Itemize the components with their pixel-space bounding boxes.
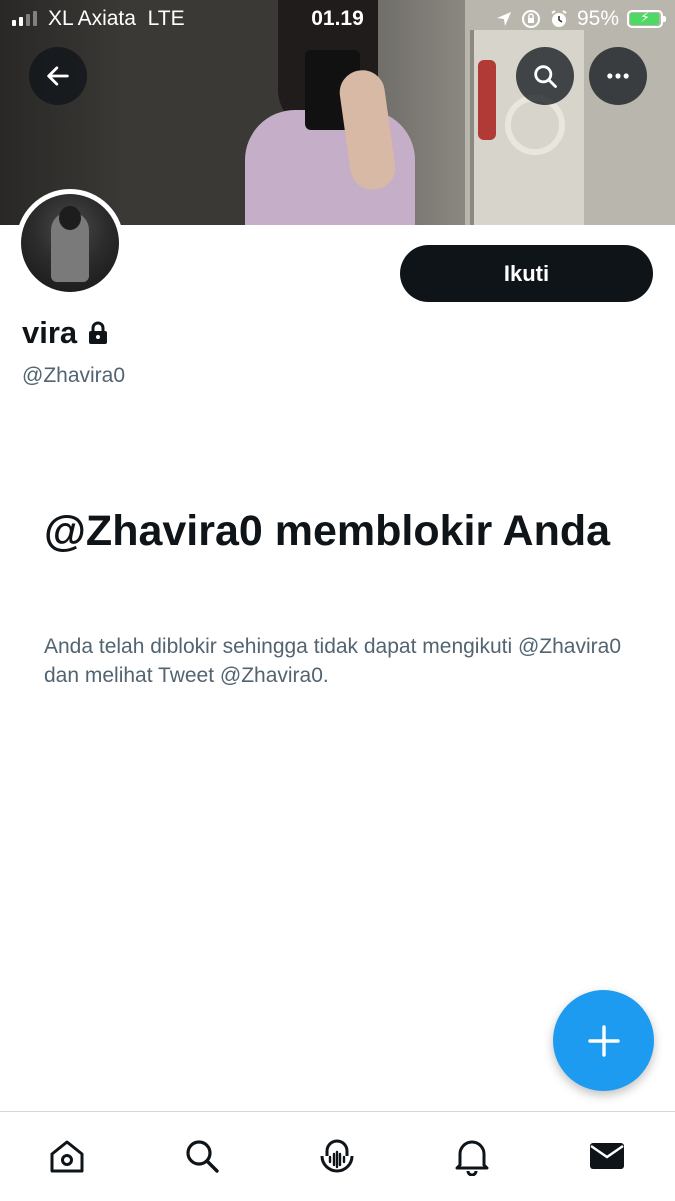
search-icon: [534, 65, 557, 88]
search-button[interactable]: [516, 47, 574, 105]
blocked-message: Anda telah diblokir sehingga tidak dapat…: [44, 635, 621, 687]
status-right: 95% ⚡: [495, 7, 666, 31]
follow-button[interactable]: Ikuti: [400, 245, 653, 302]
avatar-image: [21, 194, 119, 292]
more-button[interactable]: [589, 47, 647, 105]
charging-bolt-icon: ⚡: [640, 9, 650, 25]
compose-tweet-button[interactable]: [553, 990, 654, 1091]
status-bar: XL Axiata LTE 01.19 95% ⚡: [0, 0, 675, 38]
search-icon: [186, 1140, 219, 1173]
bottom-navigation: [0, 1111, 675, 1201]
battery-icon: ⚡: [627, 9, 666, 28]
lock-icon: [89, 321, 108, 344]
home-icon: [50, 1140, 84, 1173]
bell-icon: [455, 1140, 489, 1176]
nav-home[interactable]: [45, 1134, 89, 1178]
nav-messages[interactable]: [585, 1134, 629, 1178]
location-icon: [496, 12, 511, 26]
battery-percent: 95%: [576, 7, 619, 30]
alarm-icon: [551, 10, 567, 27]
arrow-left-icon: [47, 66, 69, 86]
banner-photo-detail: [478, 60, 496, 140]
avatar[interactable]: [16, 189, 124, 297]
more-horizontal-icon: [607, 73, 629, 79]
mail-icon: [590, 1143, 624, 1169]
plus-icon: [587, 1024, 620, 1057]
nav-spaces[interactable]: [315, 1134, 359, 1178]
blocked-title: @Zhavira0 memblokir Anda: [44, 507, 611, 555]
nav-notifications[interactable]: [450, 1134, 494, 1178]
back-button[interactable]: [29, 47, 87, 105]
spaces-icon: [320, 1139, 354, 1173]
rotation-lock-icon: [521, 10, 540, 28]
display-name: vira: [22, 315, 78, 350]
banner-photo-detail: [505, 95, 565, 155]
profile-name-row: vira: [22, 315, 109, 351]
nav-search[interactable]: [180, 1134, 224, 1178]
profile-handle: @Zhavira0: [22, 364, 126, 387]
